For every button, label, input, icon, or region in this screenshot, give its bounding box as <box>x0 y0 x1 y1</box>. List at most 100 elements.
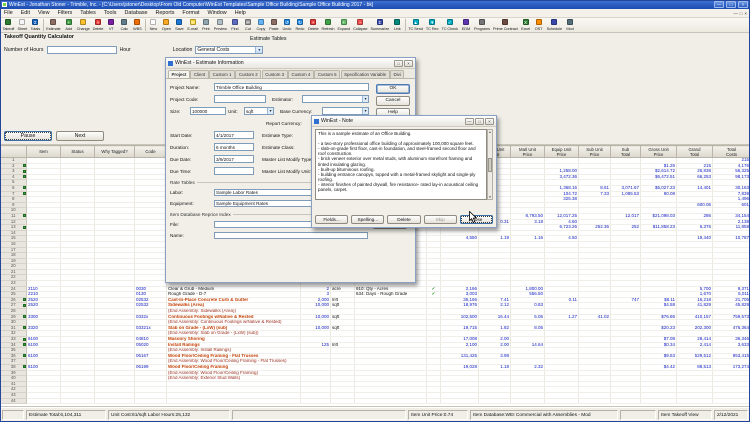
cell-desc[interactable]: (End Assembly: Continuous Footings w/Nat… <box>167 320 301 326</box>
toolbar-button-tc-rec[interactable]: ▼TC Rec <box>424 18 440 32</box>
project-name-input[interactable]: Trimble Office Building <box>214 83 369 91</box>
scroll-down-icon[interactable]: ▼ <box>489 195 492 199</box>
due-time-input[interactable] <box>214 167 254 175</box>
project-code-input[interactable] <box>214 95 266 103</box>
menu-item-filters[interactable]: Filters <box>54 9 77 17</box>
toolbar-button-e-mail[interactable]: ✉E-mail <box>186 18 199 32</box>
cell-tk[interactable] <box>355 398 427 404</box>
close-icon[interactable]: × <box>738 1 748 8</box>
chevron-down-icon[interactable]: ▼ <box>362 108 368 114</box>
cell-sup[interactable] <box>579 398 611 404</box>
toolbar-button-estimate[interactable]: Estimate <box>45 18 62 32</box>
grid-header-gup[interactable]: Gross Unit Price <box>641 146 677 158</box>
toolbar-button-print[interactable]: Print <box>199 18 212 32</box>
estimate-dialog-titlebar[interactable]: WinEst - Estimate Information □ × <box>166 58 415 69</box>
grid-header-item[interactable]: Item <box>27 146 61 158</box>
note-text[interactable]: This is a sample estimate of an Office B… <box>315 129 487 200</box>
toolbar-button-wbs[interactable]: WBS <box>131 18 144 32</box>
grid-header-sup[interactable]: Sub Unit Price <box>579 146 611 158</box>
toolbar-button-delete[interactable]: ×Delete <box>91 18 105 32</box>
note-button-delete[interactable]: Delete <box>387 215 420 225</box>
dialog-minimize-icon[interactable]: — <box>465 118 474 125</box>
toolbar-button-open[interactable]: Open <box>160 18 173 32</box>
toolbar-button-add[interactable]: +Add <box>62 18 75 32</box>
estimator-combo[interactable]: ▼ <box>302 95 369 103</box>
toolbar-button-delete[interactable]: ×Delete <box>306 18 320 32</box>
toolbar-button-edm[interactable]: EDM <box>459 18 472 32</box>
next-button[interactable]: Next <box>56 131 104 141</box>
cell-code[interactable] <box>135 398 167 404</box>
tab-custom-3[interactable]: Custom 3 <box>262 70 288 78</box>
toolbar-button-paste[interactable]: Paste <box>267 18 280 32</box>
mdi-button-2[interactable]: × <box>744 11 747 16</box>
toolbar-button-prime-contract[interactable]: Prime Contract <box>492 18 520 32</box>
mdi-button-0[interactable]: — <box>733 11 737 16</box>
toolbar-button-takeoff[interactable]: Takeoff <box>1 18 16 32</box>
grid-header-code[interactable]: Code <box>135 146 167 158</box>
cell-costs[interactable] <box>713 398 750 404</box>
cell-why[interactable] <box>95 398 135 404</box>
cell-qty[interactable] <box>301 398 331 404</box>
menu-item-tables[interactable]: Tables <box>76 9 100 17</box>
toolbar-button-vt[interactable]: VT <box>105 18 118 32</box>
toolbar-button-summarize[interactable]: ΣSummarize <box>369 18 391 32</box>
toolbar-button-ost[interactable]: OST <box>532 18 545 32</box>
menu-item-help[interactable]: Help <box>231 9 250 17</box>
menu-item-tools[interactable]: Tools <box>100 9 121 17</box>
number-of-hours-input[interactable] <box>47 46 117 54</box>
toolbar-button-redo[interactable]: ↻Redo <box>293 18 306 32</box>
dialog-maximize-icon[interactable]: □ <box>475 118 484 125</box>
minimize-icon[interactable]: — <box>714 1 724 8</box>
toolbar-button-refresh[interactable]: Refresh <box>320 18 336 32</box>
chevron-down-icon[interactable]: ▼ <box>362 96 368 102</box>
grid-header-grand[interactable]: Grand Total <box>677 146 713 158</box>
grid-header-num[interactable] <box>1 146 27 158</box>
start-date-input[interactable]: 4/1/2017 <box>214 131 254 139</box>
cell-item[interactable] <box>27 398 61 404</box>
maximize-icon[interactable]: □ <box>726 1 736 8</box>
toolbar-button-sheet[interactable]: Sheet <box>16 18 29 32</box>
toolbar-button-copy[interactable]: Copy <box>254 18 267 32</box>
note-button-close[interactable]: Close <box>460 215 493 225</box>
menu-item-format[interactable]: Format <box>178 9 203 17</box>
cell-grand[interactable] <box>677 398 713 404</box>
location-combo[interactable]: General Costs ▼ <box>195 46 263 54</box>
toolbar-button-tc-check[interactable]: ✓TC Check <box>440 18 460 32</box>
cancel-button[interactable]: Cancel <box>376 96 410 106</box>
menu-item-database[interactable]: Database <box>120 9 151 17</box>
grid-header-mup[interactable]: Matl Unit Price <box>511 146 545 158</box>
dialog-maximize-icon[interactable]: □ <box>394 60 403 67</box>
tab-divi[interactable]: Divi <box>390 70 404 78</box>
menu-item-file[interactable]: File <box>0 9 17 17</box>
toolbar-button-totals[interactable]: ΣTotals <box>29 18 42 32</box>
tab-custom-5[interactable]: Custom 5 <box>314 70 340 78</box>
menu-item-window[interactable]: Window <box>204 9 231 17</box>
toolbar-button-preview[interactable]: Preview <box>212 18 228 32</box>
toolbar-button-collapse[interactable]: −Collapse <box>352 18 369 32</box>
toolbar-button-change[interactable]: Change <box>75 18 91 32</box>
cell-mup[interactable] <box>511 398 545 404</box>
toolbar-button-programs[interactable]: Programs <box>472 18 491 32</box>
cell-gup[interactable] <box>641 398 677 404</box>
reprice-name-input[interactable] <box>214 232 368 240</box>
toolbar-button-undo[interactable]: ↺Undo <box>280 18 293 32</box>
mdi-button-1[interactable]: □ <box>740 11 743 16</box>
tab-specification-variable[interactable]: Specification Variable <box>341 70 390 78</box>
toolbar-button-mod[interactable]: Mod <box>564 18 577 32</box>
tab-custom-4[interactable]: Custom 4 <box>288 70 314 78</box>
note-button-skip[interactable]: Skip <box>424 215 457 225</box>
duration-input[interactable]: 6 months <box>214 143 254 151</box>
pause-button[interactable]: Pause <box>4 131 52 141</box>
ok-button[interactable]: OK <box>376 84 410 94</box>
toolbar-button-expand[interactable]: +Expand <box>336 18 352 32</box>
chevron-down-icon[interactable]: ▼ <box>267 108 273 114</box>
grid-header-stot[interactable]: Sub Total <box>611 146 641 158</box>
scroll-thumb[interactable] <box>488 158 492 172</box>
toolbar-button-cut[interactable]: ✂Cut <box>241 18 254 32</box>
chevron-down-icon[interactable]: ▼ <box>255 47 262 53</box>
cell-status[interactable] <box>61 398 95 404</box>
cell-desc[interactable] <box>167 398 301 404</box>
grid-header-why[interactable]: Why Tagged? <box>95 146 135 158</box>
dialog-close-icon[interactable]: × <box>404 60 413 67</box>
cell-unit[interactable] <box>331 398 355 404</box>
